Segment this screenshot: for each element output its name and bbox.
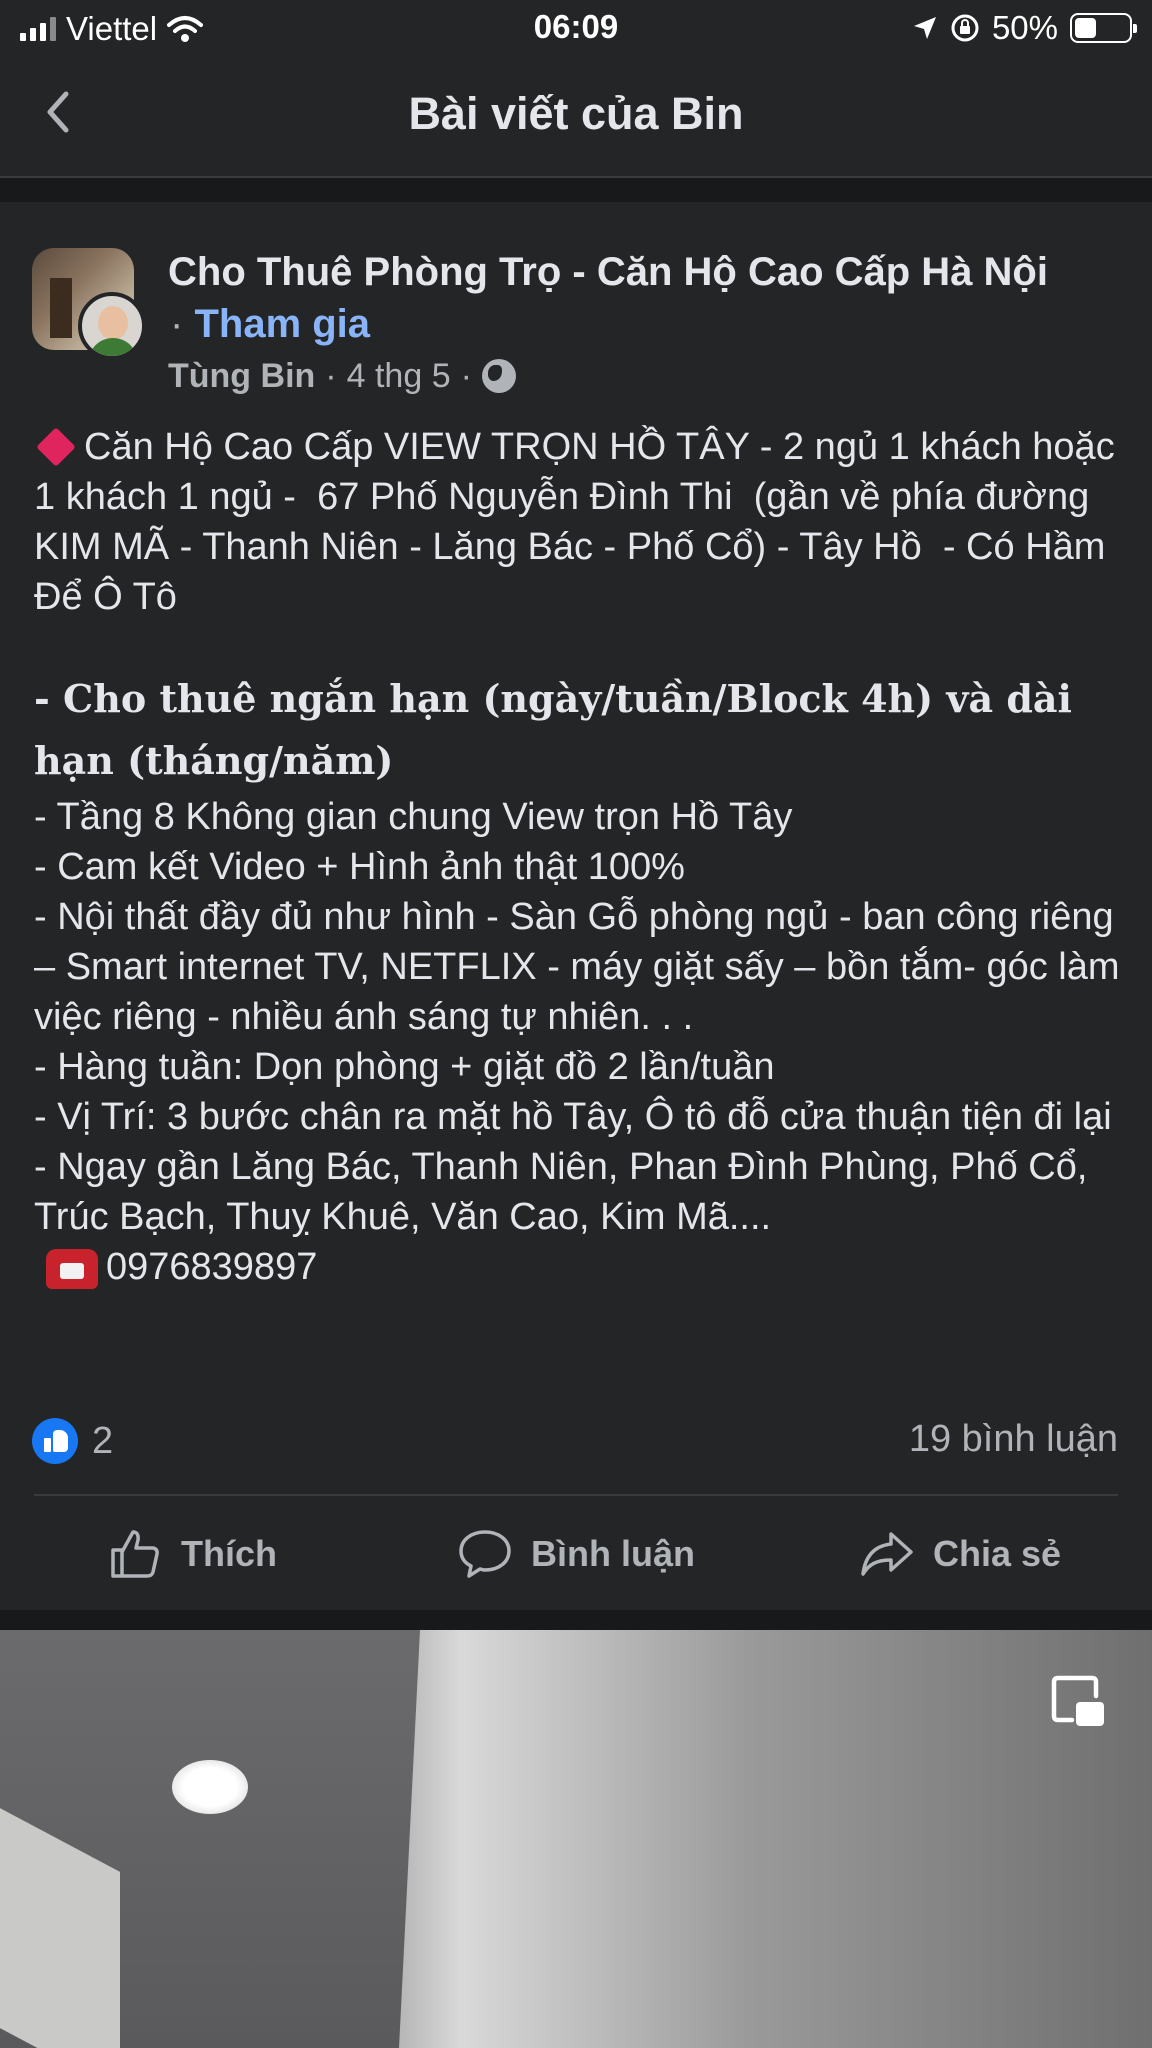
share-label: Chia sẻ <box>932 1533 1062 1574</box>
post-rental-terms: - Cho thuê ngắn hạn (ngày/tuần/Block 4h)… <box>34 676 1086 783</box>
post-date[interactable]: 4 thg 5 <box>347 352 451 400</box>
post-line: - Tầng 8 Không gian chung View trọn Hồ T… <box>34 796 793 838</box>
group-avatar[interactable] <box>32 248 150 360</box>
author-name[interactable]: Tùng Bin <box>168 352 315 400</box>
nav-bar: Bài viết của Bin <box>0 58 1152 178</box>
thumb-up-icon <box>111 1530 159 1578</box>
status-right-group: 50% <box>912 9 1137 47</box>
post-line: - Nội thất đầy đủ như hình - Sàn Gỗ phòn… <box>34 896 1131 1038</box>
location-arrow-icon <box>913 17 936 39</box>
post-photo[interactable] <box>0 1630 1152 2048</box>
share-icon <box>861 1532 913 1576</box>
group-name[interactable]: Cho Thuê Phòng Trọ - Căn Hộ Cao Cấp Hà N… <box>168 246 1108 298</box>
post-line: - Hàng tuần: Dọn phòng + giặt đồ 2 lần/t… <box>34 1046 775 1088</box>
join-group-link[interactable]: Tham gia <box>194 302 370 346</box>
battery-icon <box>1070 13 1137 43</box>
join-separator: · <box>170 302 184 346</box>
post-intro-text: Căn Hộ Cao Cấp VIEW TRỌN HỒ TÂY - 2 ngủ … <box>34 426 1126 618</box>
post-card: Cho Thuê Phòng Trọ - Căn Hộ Cao Cấp Hà N… <box>0 202 1152 1610</box>
picture-in-picture-icon[interactable] <box>1050 1674 1108 1732</box>
post-body: Căn Hộ Cao Cấp VIEW TRỌN HỒ TÂY - 2 ngủ … <box>34 422 1124 1292</box>
diamond-icon <box>36 427 76 467</box>
comment-label: Bình luận <box>531 1533 695 1574</box>
status-bar: Viettel 06:09 50% <box>0 0 1152 58</box>
reaction-summary[interactable]: 2 <box>32 1418 113 1464</box>
post-action-bar: Thích Bình luận Chia sẻ <box>0 1508 1152 1600</box>
share-button[interactable]: Chia sẻ <box>768 1508 1152 1600</box>
post-detail-screen: Viettel 06:09 50% Bài viết của Bin Cho T… <box>0 0 1152 2048</box>
like-label: Thích <box>181 1533 277 1574</box>
divider <box>34 1494 1118 1496</box>
post-line: - Cam kết Video + Hình ảnh thật 100% <box>34 846 685 888</box>
photo-ceiling-light <box>172 1760 248 1814</box>
comment-button[interactable]: Bình luận <box>384 1508 768 1600</box>
like-reaction-icon <box>32 1418 78 1464</box>
author-avatar[interactable] <box>78 292 146 360</box>
post-line: - Vị Trí: 3 bước chân ra mặt hồ Tây, Ô t… <box>34 1096 1123 1238</box>
meta-separator: · <box>325 357 337 395</box>
like-count: 2 <box>92 1419 114 1462</box>
meta-separator: · <box>460 357 472 395</box>
comment-count[interactable]: 19 bình luận <box>909 1418 1118 1461</box>
telephone-icon <box>46 1248 98 1289</box>
battery-percent: 50% <box>991 9 1058 46</box>
globe-icon <box>481 359 516 393</box>
post-intro-paragraph: Căn Hộ Cao Cấp VIEW TRỌN HỒ TÂY - 2 ngủ … <box>34 422 1124 622</box>
phone-number[interactable]: 0976839897 <box>106 1246 317 1288</box>
post-meta: Tùng Bin · 4 thg 5 · <box>168 352 516 400</box>
join-line: · Tham gia <box>170 298 370 350</box>
post-phone-line: 0976839897 <box>34 1242 1124 1292</box>
page-title: Bài viết của Bin <box>408 88 744 139</box>
like-button[interactable]: Thích <box>0 1508 384 1600</box>
orientation-lock-icon <box>951 14 979 42</box>
comment-icon <box>459 1530 511 1578</box>
